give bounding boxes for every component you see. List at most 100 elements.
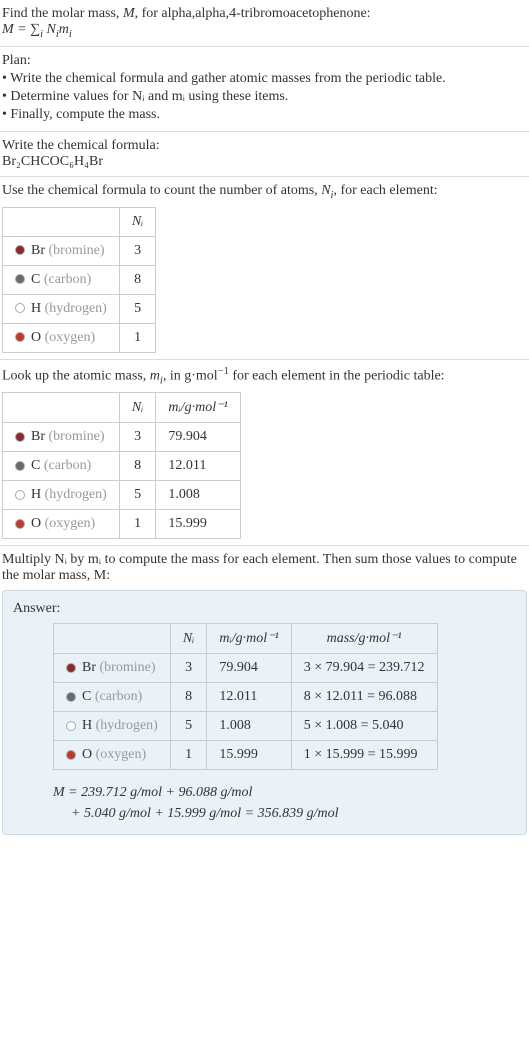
table-row: H (hydrogen)51.008: [3, 481, 241, 510]
elem-name: (carbon): [44, 458, 91, 473]
mi-cell: 79.904: [156, 423, 240, 452]
atomic-header-exp: −1: [218, 366, 229, 377]
element-swatch-icon: [15, 245, 25, 255]
intro-M: M: [123, 6, 135, 21]
mi-cell: 12.011: [156, 452, 240, 481]
elem-name: (oxygen): [96, 747, 147, 762]
table-row: Br (bromine)379.904: [3, 423, 241, 452]
mi-cell: 1.008: [207, 712, 291, 741]
element-swatch-icon: [15, 490, 25, 500]
element-swatch-icon: [15, 303, 25, 313]
table-row: Br (bromine)379.9043 × 79.904 = 239.712: [54, 654, 438, 683]
count-header: Use the chemical formula to count the nu…: [2, 183, 527, 201]
plan-item: • Write the chemical formula and gather …: [2, 71, 527, 87]
table-row: O (oxygen)115.9991 × 15.999 = 15.999: [54, 741, 438, 770]
col-element: [54, 624, 171, 654]
ni-cell: 5: [119, 481, 156, 510]
mass-cell: 3 × 79.904 = 239.712: [291, 654, 437, 683]
atomic-table: Nᵢ mᵢ/g·mol⁻¹ Br (bromine)379.904 C (car…: [2, 392, 241, 539]
answer-inner: Nᵢ mᵢ/g·mol⁻¹ mass/g·mol⁻¹ Br (bromine)3…: [13, 623, 516, 824]
element-swatch-icon: [15, 274, 25, 284]
answer-section: Multiply Nᵢ by mᵢ to compute the mass fo…: [0, 546, 529, 841]
m-line2: + 5.040 g/mol + 15.999 g/mol = 356.839 g…: [53, 803, 516, 824]
elem-name: (hydrogen): [96, 718, 158, 733]
col-mi: mᵢ/g·mol⁻¹: [156, 393, 240, 423]
mass-cell: 1 × 15.999 = 15.999: [291, 741, 437, 770]
element-swatch-icon: [66, 721, 76, 731]
mi-cell: 15.999: [207, 741, 291, 770]
elem-name: (hydrogen): [45, 301, 107, 316]
ni-cell: 5: [170, 712, 207, 741]
elem-cell: C (carbon): [3, 452, 120, 481]
eqn-m: m: [59, 22, 69, 37]
eqn-N: N: [43, 22, 56, 37]
col-ni: Nᵢ: [170, 624, 207, 654]
ni-cell: 3: [170, 654, 207, 683]
intro-section: Find the molar mass, M, for alpha,alpha,…: [0, 0, 529, 47]
element-swatch-icon: [15, 432, 25, 442]
plan-item: • Finally, compute the mass.: [2, 107, 527, 123]
table-row: H (hydrogen)5: [3, 294, 156, 323]
elem-name: (bromine): [49, 243, 105, 258]
ni-cell: 3: [119, 236, 156, 265]
element-swatch-icon: [15, 519, 25, 529]
elem-sym: O: [31, 516, 41, 531]
elem-name: (oxygen): [45, 330, 96, 345]
table-row: Br (bromine)3: [3, 236, 156, 265]
elem-cell: O (oxygen): [3, 510, 120, 539]
m-line1: M = 239.712 g/mol + 96.088 g/mol: [53, 782, 516, 803]
elem-cell: C (carbon): [54, 683, 171, 712]
chem-formula-header: Write the chemical formula:: [2, 138, 527, 154]
element-swatch-icon: [66, 692, 76, 702]
table-header-row: Nᵢ mᵢ/g·mol⁻¹ mass/g·mol⁻¹: [54, 624, 438, 654]
molar-mass-equation: M = 239.712 g/mol + 96.088 g/mol + 5.040…: [53, 782, 516, 824]
elem-cell: Br (bromine): [3, 423, 120, 452]
eqn-sum: M = ∑: [2, 22, 40, 37]
ni-cell: 1: [170, 741, 207, 770]
elem-cell: H (hydrogen): [3, 481, 120, 510]
elem-sym: H: [82, 718, 92, 733]
table-row: H (hydrogen)51.0085 × 1.008 = 5.040: [54, 712, 438, 741]
element-swatch-icon: [66, 663, 76, 673]
col-ni: Nᵢ: [119, 207, 156, 236]
atomic-header-pre: Look up the atomic mass,: [2, 368, 150, 383]
elem-name: (carbon): [95, 689, 142, 704]
col-mi: mᵢ/g·mol⁻¹: [207, 624, 291, 654]
atomic-header-post: for each element in the periodic table:: [229, 368, 445, 383]
element-swatch-icon: [15, 332, 25, 342]
count-table: Nᵢ Br (bromine)3 C (carbon)8 H (hydrogen…: [2, 207, 156, 353]
col-element: [3, 207, 120, 236]
plan-item: • Determine values for Nᵢ and mᵢ using t…: [2, 89, 527, 105]
elem-name: (bromine): [100, 660, 156, 675]
answer-table: Nᵢ mᵢ/g·mol⁻¹ mass/g·mol⁻¹ Br (bromine)3…: [53, 623, 438, 770]
mi-cell: 1.008: [156, 481, 240, 510]
elem-sym: C: [31, 272, 40, 287]
elem-sym: O: [31, 330, 41, 345]
elem-name: (carbon): [44, 272, 91, 287]
elem-sym: H: [31, 487, 41, 502]
plan-header: Plan:: [2, 53, 527, 69]
elem-cell: H (hydrogen): [3, 294, 120, 323]
answer-label: Answer:: [13, 601, 516, 617]
mi-cell: 15.999: [156, 510, 240, 539]
atomic-header-mid: , in g·mol: [163, 368, 218, 383]
col-ni: Nᵢ: [119, 393, 156, 423]
intro-equation: M = ∑i Nimi: [2, 22, 527, 40]
table-row: C (carbon) 8: [3, 265, 156, 294]
elem-cell: H (hydrogen): [54, 712, 171, 741]
elem-name: (bromine): [49, 429, 105, 444]
elem-cell: Br (bromine): [54, 654, 171, 683]
element-swatch-icon: [66, 750, 76, 760]
elem-sym: Br: [82, 660, 96, 675]
elem-sym: C: [31, 458, 40, 473]
elem-sym: Br: [31, 243, 45, 258]
elem-sym: H: [31, 301, 41, 316]
ni-cell: 8: [119, 265, 156, 294]
ni-cell: 1: [119, 323, 156, 352]
elem-cell: Br (bromine): [3, 236, 120, 265]
plan-list: • Write the chemical formula and gather …: [2, 71, 527, 123]
table-row: C (carbon)812.011: [3, 452, 241, 481]
elem-name: (oxygen): [45, 516, 96, 531]
intro-text: Find the molar mass, M, for alpha,alpha,…: [2, 6, 527, 22]
elem-cell: O (oxygen): [3, 323, 120, 352]
